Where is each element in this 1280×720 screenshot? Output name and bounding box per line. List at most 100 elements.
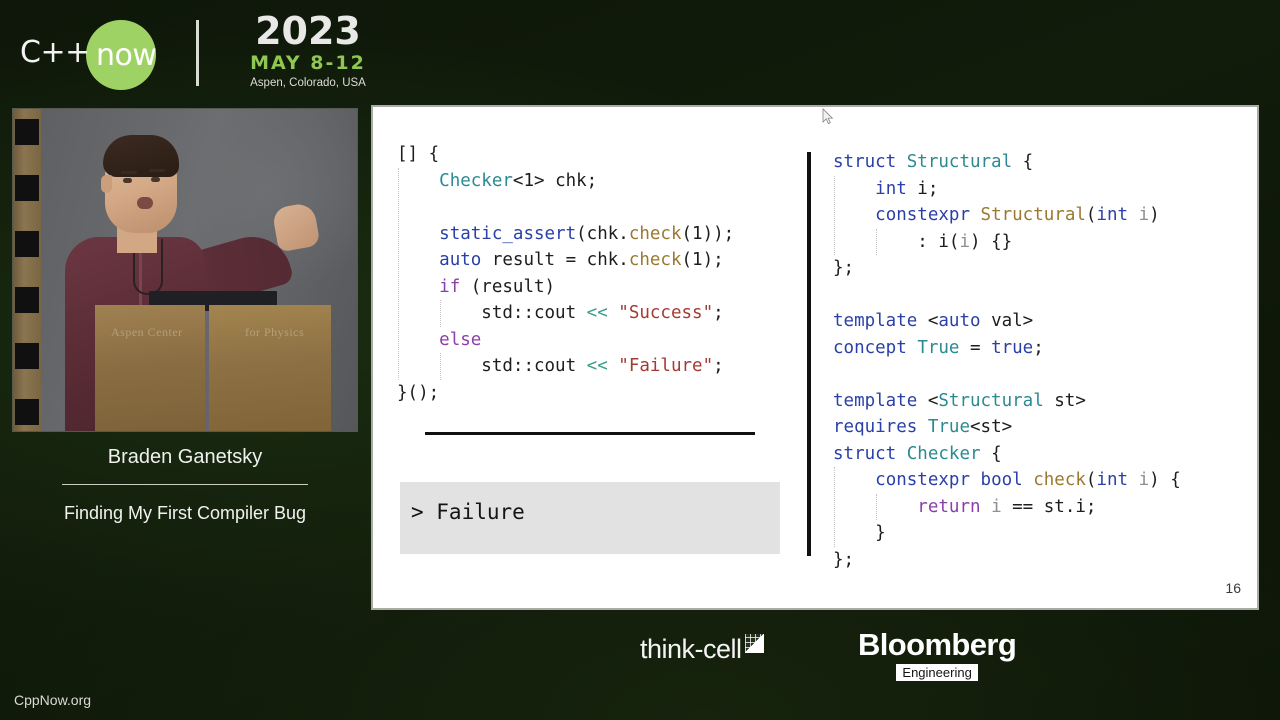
bloomberg-logo: Bloomberg Engineering: [858, 627, 1017, 682]
code-token: "Failure": [618, 356, 714, 376]
door-panel: [15, 399, 39, 425]
thinkcell-grid-icon: [744, 634, 764, 653]
code-token: int: [1096, 205, 1129, 225]
code-token: (chk.: [576, 223, 629, 244]
code-token: ;: [713, 303, 724, 323]
code-token: std::cout: [481, 303, 587, 323]
code-token: =: [959, 337, 992, 358]
code-token: static_assert: [439, 223, 577, 244]
door-panel: [15, 343, 39, 369]
code-token: (: [1085, 470, 1097, 490]
door-panel: [15, 119, 39, 145]
console-output-box: > Failure: [400, 482, 780, 554]
speaker-name: Braden Ganetsky: [107, 446, 263, 468]
code-line: struct Checker {: [833, 441, 1181, 468]
code-token: std::cout: [481, 356, 587, 376]
code-token: <<: [586, 356, 608, 376]
site-watermark: CppNow.org: [14, 692, 92, 708]
code-line: Checker<1> chk;: [397, 168, 734, 195]
code-line: auto result = chk.check(1);: [397, 247, 734, 274]
code-token: if: [439, 276, 461, 297]
code-line: static_assert(chk.check(1));: [397, 221, 734, 248]
speaker-brow: [149, 169, 165, 172]
code-token: <: [917, 390, 939, 411]
code-token: {: [980, 443, 1002, 464]
code-token: {: [1012, 152, 1034, 172]
bloomberg-label: Bloomberg: [858, 627, 1017, 662]
talk-title: Finding My First Compiler Bug: [63, 503, 307, 523]
logo-now-text: now: [96, 38, 157, 73]
code-token: auto: [439, 250, 482, 270]
code-token: st>: [1043, 390, 1086, 411]
code-token: check: [628, 250, 682, 270]
code-token: Structural: [980, 205, 1086, 225]
code-line: }();: [397, 380, 734, 407]
thinkcell-label: think-cell: [640, 634, 742, 664]
door-panel: [15, 287, 39, 313]
code-token: Checker: [439, 170, 513, 191]
code-token: struct: [833, 443, 897, 464]
speaker-video-frame: Aspen Center for Physics: [13, 109, 357, 431]
speaker-divider: [62, 484, 308, 485]
code-token: bool: [980, 470, 1023, 490]
slide-content: [] { Checker<1> chk; static_assert(chk.c…: [373, 107, 1257, 608]
code-token: concept: [833, 337, 907, 358]
podium-text-right: for Physics: [245, 325, 305, 339]
header-divider: [196, 20, 199, 86]
conference-dates: MAY 8-12: [250, 52, 366, 74]
code-token: <st>: [970, 417, 1013, 437]
indent-guide: [834, 175, 835, 255]
code-token: ) {}: [970, 231, 1013, 252]
code-token: <<: [586, 303, 608, 323]
logo-cpp-text: C++: [20, 34, 90, 70]
code-line: std::cout << "Failure";: [397, 353, 734, 380]
indent-guide: [876, 228, 878, 255]
code-token: int: [875, 178, 907, 199]
code-token: else: [439, 329, 482, 350]
code-line: else: [397, 327, 734, 354]
speaker-video[interactable]: Aspen Center for Physics: [12, 108, 358, 432]
conference-header: C++ now 2023 MAY 8-12 Aspen, Colorado, U…: [0, 0, 400, 104]
slide-number: 16: [1225, 580, 1241, 596]
code-line: requires True<st>: [833, 414, 1181, 441]
door-panel: [15, 175, 39, 201]
code-token: True: [917, 337, 960, 358]
indent-guide: [440, 300, 442, 327]
code-line: int i;: [833, 176, 1181, 203]
mouse-cursor-icon: [822, 108, 834, 125]
code-line: std::cout << "Success";: [397, 300, 734, 327]
code-token: val>: [980, 311, 1034, 331]
code-line: }: [833, 520, 1181, 547]
code-token: check: [628, 223, 682, 244]
code-line: template <auto val>: [833, 308, 1181, 335]
code-token: i;: [906, 178, 939, 199]
indent-guide: [398, 167, 399, 380]
code-token: [] {: [397, 144, 440, 164]
code-token: i: [1138, 470, 1150, 490]
code-line: [] {: [397, 141, 734, 168]
slide-frame[interactable]: [] { Checker<1> chk; static_assert(chk.c…: [371, 105, 1259, 610]
code-line: return i == st.i;: [833, 494, 1181, 521]
code-token: struct: [833, 152, 897, 172]
code-line: struct Structural {: [833, 149, 1181, 176]
code-panel-divider: [807, 152, 811, 556]
sponsor-logos: think-cell Bloomberg Engineering: [600, 627, 1080, 684]
code-token: template: [833, 311, 918, 331]
code-token: requires: [833, 417, 918, 437]
code-line: if (result): [397, 274, 734, 301]
